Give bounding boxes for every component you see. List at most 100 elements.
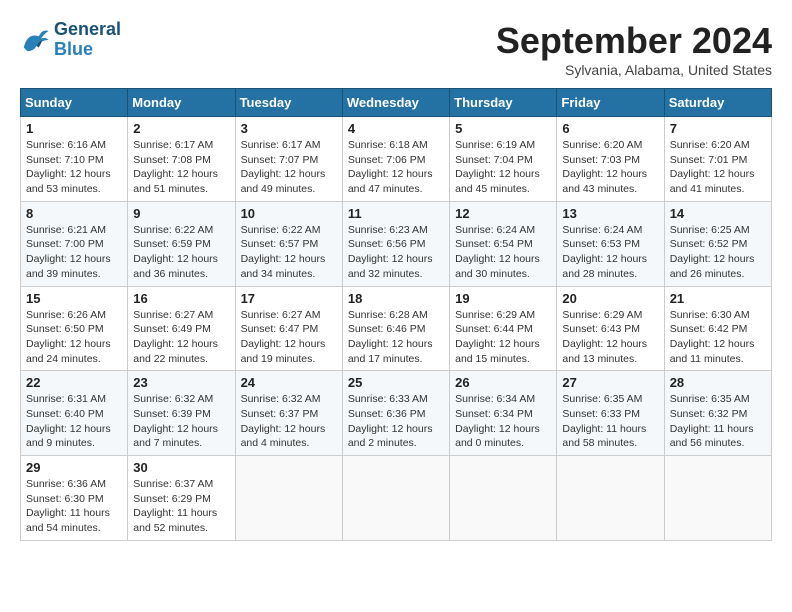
calendar-day-cell: 5 Sunrise: 6:19 AMSunset: 7:04 PMDaylight… (450, 117, 557, 202)
day-info: Sunrise: 6:18 AMSunset: 7:06 PMDaylight:… (348, 138, 444, 197)
day-number: 15 (26, 291, 122, 306)
day-number: 16 (133, 291, 229, 306)
day-number: 2 (133, 121, 229, 136)
day-number: 21 (670, 291, 766, 306)
day-info: Sunrise: 6:31 AMSunset: 6:40 PMDaylight:… (26, 392, 122, 451)
day-number: 4 (348, 121, 444, 136)
calendar-day-cell: 29 Sunrise: 6:36 AMSunset: 6:30 PMDayligh… (21, 456, 128, 541)
day-number: 5 (455, 121, 551, 136)
calendar-day-cell: 14 Sunrise: 6:25 AMSunset: 6:52 PMDayligh… (664, 201, 771, 286)
calendar-day-cell: 26 Sunrise: 6:34 AMSunset: 6:34 PMDayligh… (450, 371, 557, 456)
day-info: Sunrise: 6:35 AMSunset: 6:33 PMDaylight:… (562, 392, 658, 451)
calendar-day-cell: 28Sunrise: 6:35 AMSunset: 6:32 PMDayligh… (664, 371, 771, 456)
day-number: 1 (26, 121, 122, 136)
day-info: Sunrise: 6:29 AMSunset: 6:43 PMDaylight:… (562, 308, 658, 367)
day-info: Sunrise: 6:27 AMSunset: 6:49 PMDaylight:… (133, 308, 229, 367)
calendar-week-row: 8Sunrise: 6:21 AMSunset: 7:00 PMDaylight… (21, 201, 772, 286)
day-number: 22 (26, 375, 122, 390)
day-info: Sunrise: 6:24 AMSunset: 6:53 PMDaylight:… (562, 223, 658, 282)
day-number: 12 (455, 206, 551, 221)
day-number: 25 (348, 375, 444, 390)
calendar-week-row: 1Sunrise: 6:16 AMSunset: 7:10 PMDaylight… (21, 117, 772, 202)
calendar-day-cell: 10 Sunrise: 6:22 AMSunset: 6:57 PMDayligh… (235, 201, 342, 286)
calendar-day-cell: 7 Sunrise: 6:20 AMSunset: 7:01 PMDaylight… (664, 117, 771, 202)
calendar-day-cell: 17Sunrise: 6:27 AMSunset: 6:47 PMDayligh… (235, 286, 342, 371)
weekday-header-cell: Thursday (450, 89, 557, 117)
calendar-day-cell: 8Sunrise: 6:21 AMSunset: 7:00 PMDaylight… (21, 201, 128, 286)
day-number: 18 (348, 291, 444, 306)
calendar-day-cell (235, 456, 342, 541)
day-number: 26 (455, 375, 551, 390)
calendar-week-row: 22 Sunrise: 6:31 AMSunset: 6:40 PMDayligh… (21, 371, 772, 456)
day-info: Sunrise: 6:20 AMSunset: 7:03 PMDaylight:… (562, 138, 658, 197)
calendar-table: SundayMondayTuesdayWednesdayThursdayFrid… (20, 88, 772, 541)
logo: General Blue (20, 20, 121, 60)
day-info: Sunrise: 6:17 AMSunset: 7:07 PMDaylight:… (241, 138, 337, 197)
day-info: Sunrise: 6:32 AMSunset: 6:37 PMDaylight:… (241, 392, 337, 451)
day-info: Sunrise: 6:36 AMSunset: 6:30 PMDaylight:… (26, 477, 122, 536)
calendar-day-cell: 27 Sunrise: 6:35 AMSunset: 6:33 PMDayligh… (557, 371, 664, 456)
weekday-header-cell: Monday (128, 89, 235, 117)
day-number: 6 (562, 121, 658, 136)
day-info: Sunrise: 6:19 AMSunset: 7:04 PMDaylight:… (455, 138, 551, 197)
day-info: Sunrise: 6:29 AMSunset: 6:44 PMDaylight:… (455, 308, 551, 367)
calendar-day-cell: 21 Sunrise: 6:30 AMSunset: 6:42 PMDayligh… (664, 286, 771, 371)
day-number: 29 (26, 460, 122, 475)
day-number: 11 (348, 206, 444, 221)
day-info: Sunrise: 6:27 AMSunset: 6:47 PMDaylight:… (241, 308, 337, 367)
day-info: Sunrise: 6:17 AMSunset: 7:08 PMDaylight:… (133, 138, 229, 197)
day-info: Sunrise: 6:37 AMSunset: 6:29 PMDaylight:… (133, 477, 229, 536)
day-number: 19 (455, 291, 551, 306)
calendar-day-cell: 20 Sunrise: 6:29 AMSunset: 6:43 PMDayligh… (557, 286, 664, 371)
calendar-day-cell: 12 Sunrise: 6:24 AMSunset: 6:54 PMDayligh… (450, 201, 557, 286)
title-block: September 2024 Sylvania, Alabama, United… (496, 20, 772, 78)
weekday-header-row: SundayMondayTuesdayWednesdayThursdayFrid… (21, 89, 772, 117)
day-info: Sunrise: 6:22 AMSunset: 6:57 PMDaylight:… (241, 223, 337, 282)
day-number: 7 (670, 121, 766, 136)
weekday-header-cell: Friday (557, 89, 664, 117)
calendar-day-cell: 18 Sunrise: 6:28 AMSunset: 6:46 PMDayligh… (342, 286, 449, 371)
day-number: 13 (562, 206, 658, 221)
page-header: General Blue September 2024 Sylvania, Al… (20, 20, 772, 78)
calendar-body: 1Sunrise: 6:16 AMSunset: 7:10 PMDaylight… (21, 117, 772, 541)
weekday-header-cell: Wednesday (342, 89, 449, 117)
day-info: Sunrise: 6:30 AMSunset: 6:42 PMDaylight:… (670, 308, 766, 367)
weekday-header-cell: Sunday (21, 89, 128, 117)
day-info: Sunrise: 6:21 AMSunset: 7:00 PMDaylight:… (26, 223, 122, 282)
day-number: 14 (670, 206, 766, 221)
calendar-day-cell: 2 Sunrise: 6:17 AMSunset: 7:08 PMDaylight… (128, 117, 235, 202)
calendar-day-cell: 24Sunrise: 6:32 AMSunset: 6:37 PMDayligh… (235, 371, 342, 456)
day-info: Sunrise: 6:28 AMSunset: 6:46 PMDaylight:… (348, 308, 444, 367)
weekday-header-cell: Tuesday (235, 89, 342, 117)
day-number: 20 (562, 291, 658, 306)
calendar-day-cell: 1Sunrise: 6:16 AMSunset: 7:10 PMDaylight… (21, 117, 128, 202)
calendar-day-cell: 23Sunrise: 6:32 AMSunset: 6:39 PMDayligh… (128, 371, 235, 456)
day-number: 23 (133, 375, 229, 390)
day-number: 3 (241, 121, 337, 136)
calendar-day-cell (664, 456, 771, 541)
day-info: Sunrise: 6:20 AMSunset: 7:01 PMDaylight:… (670, 138, 766, 197)
calendar-day-cell: 25 Sunrise: 6:33 AMSunset: 6:36 PMDayligh… (342, 371, 449, 456)
day-info: Sunrise: 6:33 AMSunset: 6:36 PMDaylight:… (348, 392, 444, 451)
calendar-day-cell (450, 456, 557, 541)
day-info: Sunrise: 6:25 AMSunset: 6:52 PMDaylight:… (670, 223, 766, 282)
month-title: September 2024 (496, 20, 772, 62)
day-info: Sunrise: 6:22 AMSunset: 6:59 PMDaylight:… (133, 223, 229, 282)
day-info: Sunrise: 6:34 AMSunset: 6:34 PMDaylight:… (455, 392, 551, 451)
day-info: Sunrise: 6:24 AMSunset: 6:54 PMDaylight:… (455, 223, 551, 282)
day-number: 27 (562, 375, 658, 390)
location: Sylvania, Alabama, United States (496, 62, 772, 78)
calendar-day-cell: 9Sunrise: 6:22 AMSunset: 6:59 PMDaylight… (128, 201, 235, 286)
calendar-day-cell: 15 Sunrise: 6:26 AMSunset: 6:50 PMDayligh… (21, 286, 128, 371)
calendar-day-cell: 3 Sunrise: 6:17 AMSunset: 7:07 PMDaylight… (235, 117, 342, 202)
weekday-header-cell: Saturday (664, 89, 771, 117)
day-info: Sunrise: 6:26 AMSunset: 6:50 PMDaylight:… (26, 308, 122, 367)
calendar-week-row: 29 Sunrise: 6:36 AMSunset: 6:30 PMDayligh… (21, 456, 772, 541)
day-number: 10 (241, 206, 337, 221)
calendar-day-cell: 6 Sunrise: 6:20 AMSunset: 7:03 PMDaylight… (557, 117, 664, 202)
day-number: 30 (133, 460, 229, 475)
day-info: Sunrise: 6:35 AMSunset: 6:32 PMDaylight:… (670, 392, 766, 451)
calendar-day-cell: 11Sunrise: 6:23 AMSunset: 6:56 PMDayligh… (342, 201, 449, 286)
logo-icon (20, 25, 50, 55)
calendar-day-cell: 4 Sunrise: 6:18 AMSunset: 7:06 PMDaylight… (342, 117, 449, 202)
